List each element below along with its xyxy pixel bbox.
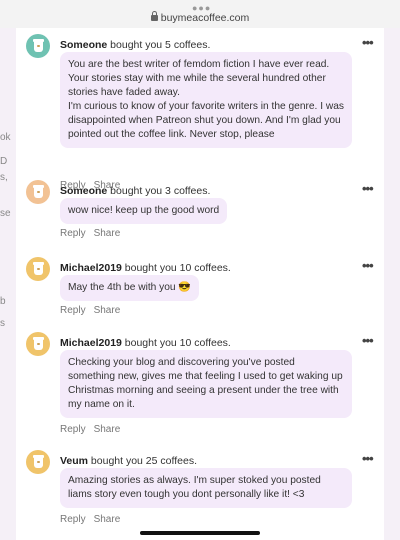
reply-link[interactable]: Reply xyxy=(60,514,86,525)
entry-actions: Reply Share xyxy=(60,424,128,435)
background-page-left: ok D s, se b s xyxy=(0,28,16,540)
coffee-cup-icon xyxy=(32,454,44,468)
share-link[interactable]: Share xyxy=(94,305,121,316)
reply-link[interactable]: Reply xyxy=(60,228,86,239)
coffee-cup-icon xyxy=(32,184,44,198)
coffee-cup-icon xyxy=(32,38,44,52)
more-options-icon[interactable]: ••• xyxy=(362,333,374,348)
supporter-name: Someone xyxy=(60,39,108,51)
coffee-count-text: bought you 10 coffees. xyxy=(121,337,231,349)
avatar xyxy=(26,257,50,281)
avatar xyxy=(26,34,50,58)
avatar xyxy=(26,450,50,474)
supporter-header: Someone bought you 5 coffees. xyxy=(60,39,210,51)
more-options-icon[interactable]: ••• xyxy=(362,258,374,273)
background-text-fragment: b xyxy=(0,296,6,307)
message-bubble: Amazing stories as always. I'm super sto… xyxy=(60,468,352,508)
more-options-icon[interactable]: ••• xyxy=(362,181,374,196)
supporter-header: Michael2019 bought you 10 coffees. xyxy=(60,262,231,274)
message-bubble: wow nice! keep up the good word xyxy=(60,198,228,224)
coffee-count-text: bought you 10 coffees. xyxy=(121,262,231,274)
avatar xyxy=(26,332,50,356)
coffee-count-text: bought you 25 coffees. xyxy=(88,455,197,467)
address-bar[interactable]: buymeacoffee.com xyxy=(0,11,400,24)
background-page-right xyxy=(384,28,400,540)
supporter-name: Michael2019 xyxy=(60,337,122,349)
background-text-fragment: se xyxy=(0,208,11,219)
background-text-fragment: s xyxy=(0,318,5,329)
avatar xyxy=(26,180,50,204)
share-link[interactable]: Share xyxy=(94,514,121,525)
more-options-icon[interactable]: ••• xyxy=(362,35,374,50)
coffee-count-text: bought you 3 coffees. xyxy=(107,185,211,197)
share-link[interactable]: Share xyxy=(94,424,121,435)
background-text-fragment: D xyxy=(0,156,8,167)
home-indicator[interactable] xyxy=(140,531,260,535)
background-text-fragment: ok xyxy=(0,132,11,143)
supporter-header: Someone bought you 3 coffees. xyxy=(60,185,210,197)
entry-actions: Reply Share xyxy=(60,305,128,316)
lock-icon xyxy=(150,11,158,21)
message-bubble: May the 4th be with you 😎 xyxy=(60,275,200,301)
supporter-header: Veum bought you 25 coffees. xyxy=(60,455,197,467)
share-link[interactable]: Share xyxy=(94,228,121,239)
coffee-cup-icon xyxy=(32,261,44,275)
browser-bar: ●●● buymeacoffee.com xyxy=(0,0,400,28)
message-bubble: You are the best writer of femdom fictio… xyxy=(60,52,352,148)
url-text: buymeacoffee.com xyxy=(160,12,250,24)
reply-link[interactable]: Reply xyxy=(60,305,86,316)
coffee-cup-icon xyxy=(32,336,44,350)
entry-actions: Reply Share xyxy=(60,228,128,239)
background-text-fragment: s, xyxy=(0,172,8,183)
more-options-icon[interactable]: ••• xyxy=(362,451,374,466)
coffee-count-text: bought you 5 coffees. xyxy=(107,39,211,51)
supporter-name: Michael2019 xyxy=(60,262,122,274)
reply-link[interactable]: Reply xyxy=(60,424,86,435)
message-bubble: Checking your blog and discovering you'v… xyxy=(60,350,352,418)
supporter-name: Someone xyxy=(60,185,108,197)
supporter-name: Veum xyxy=(60,455,89,467)
supporter-header: Michael2019 bought you 10 coffees. xyxy=(60,337,231,349)
supporters-panel: Someone bought you 5 coffees. ••• You ar… xyxy=(16,28,384,540)
entry-actions: Reply Share xyxy=(60,514,128,525)
